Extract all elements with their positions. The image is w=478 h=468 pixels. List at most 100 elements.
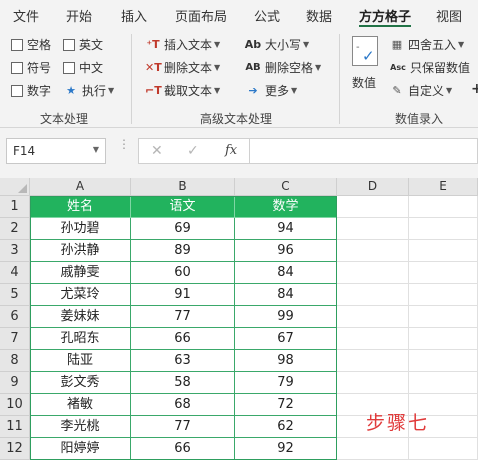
round-button[interactable]: ▦ 四舍五入 ▼ <box>389 36 464 53</box>
table-cell[interactable]: 孙洪静 <box>30 240 131 262</box>
table-cell[interactable]: 尤菜玲 <box>30 284 131 306</box>
select-all-corner[interactable] <box>0 178 30 196</box>
row-header-12[interactable]: 12 <box>0 438 30 460</box>
plus-icon[interactable]: + <box>471 81 478 97</box>
table-header-cell[interactable]: 数学 <box>235 196 337 218</box>
table-header-cell[interactable]: 语文 <box>131 196 235 218</box>
delete-spaces-button[interactable]: AB 删除空格 ▼ <box>244 59 321 76</box>
case-button[interactable]: Ab 大小写 ▼ <box>244 36 309 53</box>
row-header-11[interactable]: 11 <box>0 416 30 438</box>
insert-function-icon[interactable]: fx <box>225 143 237 158</box>
keep-value-button[interactable]: Asc 只保留数值 <box>389 59 470 76</box>
empty-cell[interactable] <box>409 328 478 350</box>
table-cell[interactable]: 68 <box>131 394 235 416</box>
table-cell[interactable]: 60 <box>131 262 235 284</box>
row-header-1[interactable]: 1 <box>0 196 30 218</box>
chevron-down-icon[interactable]: ▼ <box>93 145 99 154</box>
name-box[interactable]: F14 ▼ <box>6 138 106 164</box>
tab-file[interactable]: 文件 <box>13 6 39 25</box>
empty-cell[interactable] <box>409 262 478 284</box>
empty-cell[interactable] <box>409 306 478 328</box>
empty-cell[interactable] <box>409 196 478 218</box>
table-cell[interactable]: 92 <box>235 438 337 460</box>
row-header-10[interactable]: 10 <box>0 394 30 416</box>
column-header-e[interactable]: E <box>409 178 478 196</box>
tab-view[interactable]: 视图 <box>436 6 462 25</box>
table-cell[interactable]: 94 <box>235 218 337 240</box>
table-cell[interactable]: 孔昭东 <box>30 328 131 350</box>
row-header-4[interactable]: 4 <box>0 262 30 284</box>
checkbox-chinese[interactable]: 中文 <box>63 59 103 76</box>
table-cell[interactable]: 66 <box>131 438 235 460</box>
empty-cell[interactable] <box>409 284 478 306</box>
checkbox-icon[interactable] <box>63 61 75 74</box>
table-cell[interactable]: 98 <box>235 350 337 372</box>
tab-formulas[interactable]: 公式 <box>254 6 280 25</box>
table-cell[interactable]: 褚敏 <box>30 394 131 416</box>
table-cell[interactable]: 戚静雯 <box>30 262 131 284</box>
empty-cell[interactable] <box>337 350 409 372</box>
row-header-2[interactable]: 2 <box>0 218 30 240</box>
column-header-d[interactable]: D <box>337 178 409 196</box>
empty-cell[interactable] <box>409 438 478 460</box>
checkbox-number[interactable]: 数字 <box>11 82 51 99</box>
execute-button[interactable]: ★ 执行 ▼ <box>63 82 114 99</box>
checkbox-space[interactable]: 空格 <box>11 36 51 53</box>
table-cell[interactable]: 李光桃 <box>30 416 131 438</box>
table-cell[interactable]: 96 <box>235 240 337 262</box>
empty-cell[interactable] <box>337 218 409 240</box>
confirm-icon[interactable]: ✓ <box>187 143 199 159</box>
empty-cell[interactable] <box>337 328 409 350</box>
cancel-icon[interactable]: ✕ <box>151 143 163 159</box>
table-cell[interactable]: 69 <box>131 218 235 240</box>
table-cell[interactable]: 77 <box>131 416 235 438</box>
empty-cell[interactable] <box>337 196 409 218</box>
insert-text-button[interactable]: ⁺T 插入文本 ▼ <box>145 36 220 53</box>
value-button[interactable]: - ✓ 数值 <box>346 34 384 104</box>
tab-home[interactable]: 开始 <box>66 6 92 25</box>
checkbox-icon[interactable] <box>63 38 75 51</box>
checkbox-english[interactable]: 英文 <box>63 36 103 53</box>
table-cell[interactable]: 89 <box>131 240 235 262</box>
table-cell[interactable]: 79 <box>235 372 337 394</box>
empty-cell[interactable] <box>409 218 478 240</box>
tab-fangfang[interactable]: 方方格子 <box>359 6 411 25</box>
tab-data[interactable]: 数据 <box>306 6 332 25</box>
empty-cell[interactable] <box>337 372 409 394</box>
table-cell[interactable]: 99 <box>235 306 337 328</box>
row-header-3[interactable]: 3 <box>0 240 30 262</box>
table-cell[interactable]: 63 <box>131 350 235 372</box>
table-cell[interactable]: 67 <box>235 328 337 350</box>
row-header-6[interactable]: 6 <box>0 306 30 328</box>
checkbox-icon[interactable] <box>11 38 23 51</box>
empty-cell[interactable] <box>409 372 478 394</box>
table-cell[interactable]: 彭文秀 <box>30 372 131 394</box>
extract-text-button[interactable]: ⌐T 截取文本 ▼ <box>145 82 220 99</box>
empty-cell[interactable] <box>409 240 478 262</box>
empty-cell[interactable] <box>409 350 478 372</box>
empty-cell[interactable] <box>337 284 409 306</box>
more-button[interactable]: ➔ 更多 ▼ <box>244 82 297 99</box>
empty-cell[interactable] <box>337 240 409 262</box>
checkbox-symbol[interactable]: 符号 <box>11 59 51 76</box>
checkbox-icon[interactable] <box>11 61 23 74</box>
row-header-7[interactable]: 7 <box>0 328 30 350</box>
empty-cell[interactable] <box>337 262 409 284</box>
table-cell[interactable]: 72 <box>235 394 337 416</box>
custom-button[interactable]: ✎ 自定义 ▼ <box>389 82 452 99</box>
table-cell[interactable]: 孙功碧 <box>30 218 131 240</box>
delete-text-button[interactable]: ✕T 删除文本 ▼ <box>145 59 220 76</box>
table-cell[interactable]: 姜妹妹 <box>30 306 131 328</box>
row-header-5[interactable]: 5 <box>0 284 30 306</box>
tab-page-layout[interactable]: 页面布局 <box>175 6 227 25</box>
table-cell[interactable]: 陆亚 <box>30 350 131 372</box>
formula-input[interactable] <box>250 138 478 164</box>
row-header-9[interactable]: 9 <box>0 372 30 394</box>
table-cell[interactable]: 62 <box>235 416 337 438</box>
column-header-b[interactable]: B <box>131 178 235 196</box>
table-cell[interactable]: 阳婷婷 <box>30 438 131 460</box>
table-cell[interactable]: 77 <box>131 306 235 328</box>
row-header-8[interactable]: 8 <box>0 350 30 372</box>
table-cell[interactable]: 84 <box>235 262 337 284</box>
table-header-cell[interactable]: 姓名 <box>30 196 131 218</box>
